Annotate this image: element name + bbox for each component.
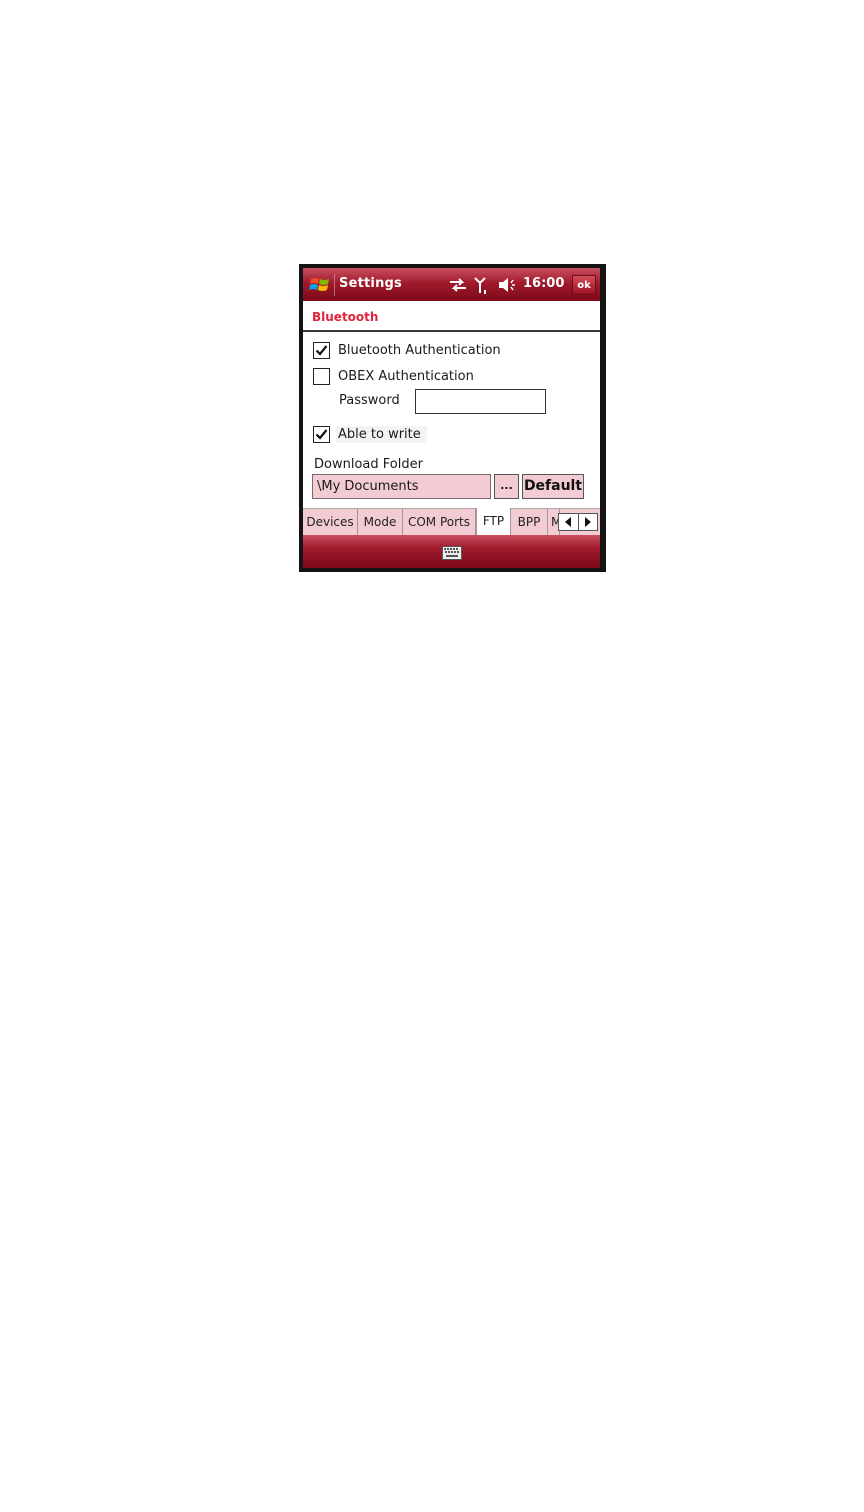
tab-mode[interactable]: Mode bbox=[358, 509, 403, 535]
keyboard-icon[interactable] bbox=[442, 545, 462, 564]
ok-button[interactable]: ok bbox=[572, 275, 596, 295]
tab-ftp[interactable]: FTP bbox=[476, 508, 511, 536]
screen: Settings 16:00 ok Bluetooth Bluetooth Au… bbox=[303, 268, 600, 568]
tab-bar: Devices Mode COM Ports FTP BPP M bbox=[303, 508, 600, 536]
obex-authentication-checkbox[interactable] bbox=[313, 368, 330, 385]
volume-muted-icon[interactable] bbox=[498, 277, 520, 297]
tab-scroll-control bbox=[558, 513, 598, 531]
checkmark-icon bbox=[315, 345, 328, 356]
default-button[interactable]: Default bbox=[522, 474, 584, 499]
able-to-write-checkbox[interactable] bbox=[313, 426, 330, 443]
device-frame: Settings 16:00 ok Bluetooth Bluetooth Au… bbox=[299, 264, 606, 572]
bluetooth-authentication-checkbox[interactable] bbox=[313, 342, 330, 359]
password-label: Password bbox=[339, 393, 400, 408]
clock[interactable]: 16:00 bbox=[523, 276, 564, 291]
download-folder-label: Download Folder bbox=[314, 457, 423, 472]
checkmark-icon bbox=[315, 429, 328, 440]
password-input[interactable] bbox=[415, 389, 546, 414]
scroll-left-icon[interactable] bbox=[559, 514, 579, 530]
bluetooth-authentication-label: Bluetooth Authentication bbox=[338, 343, 501, 358]
tab-devices[interactable]: Devices bbox=[303, 509, 358, 535]
app-title: Settings bbox=[339, 276, 402, 291]
sync-arrows-icon[interactable] bbox=[448, 277, 468, 297]
download-folder-input[interactable]: \My Documents bbox=[312, 474, 491, 499]
tab-bpp[interactable]: BPP bbox=[511, 509, 548, 535]
page-title: Bluetooth bbox=[312, 310, 379, 324]
browse-folder-button[interactable]: ... bbox=[494, 474, 519, 499]
title-bar: Settings 16:00 ok bbox=[303, 268, 600, 301]
soft-key-bar bbox=[303, 535, 600, 568]
title-separator bbox=[334, 274, 335, 296]
tab-com-ports[interactable]: COM Ports bbox=[403, 509, 476, 535]
obex-authentication-label: OBEX Authentication bbox=[338, 369, 474, 384]
windows-start-icon[interactable] bbox=[309, 275, 331, 295]
signal-icon[interactable] bbox=[474, 277, 490, 299]
page-header: Bluetooth bbox=[303, 301, 600, 332]
scroll-right-icon[interactable] bbox=[578, 514, 597, 530]
able-to-write-label: Able to write bbox=[336, 426, 427, 443]
